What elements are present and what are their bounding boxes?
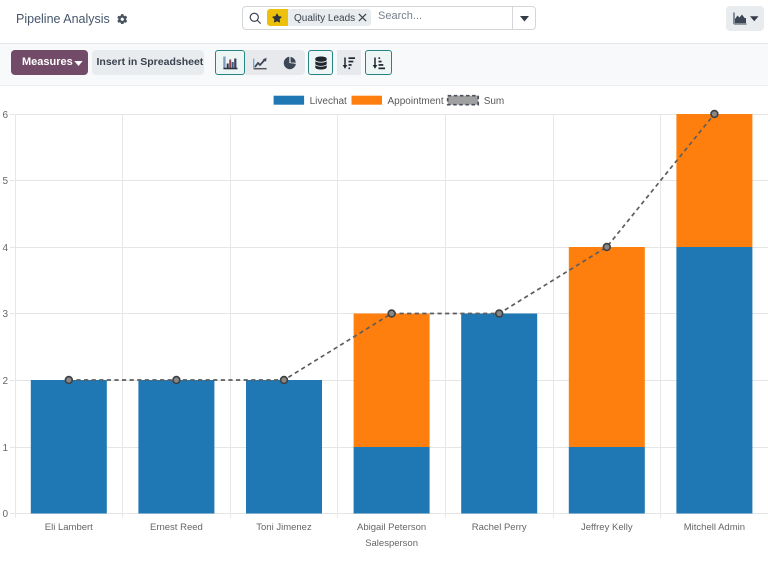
svg-text:Appointment: Appointment [388,96,444,107]
svg-text:Eli Lambert: Eli Lambert [45,522,93,533]
svg-text:6: 6 [2,110,8,121]
svg-text:Jeffrey Kelly: Jeffrey Kelly [581,522,633,533]
svg-text:4: 4 [2,243,8,254]
svg-text:3: 3 [2,309,8,320]
svg-text:Sum: Sum [484,96,505,107]
svg-text:Salesperson: Salesperson [365,538,418,549]
svg-text:1: 1 [2,443,8,454]
svg-text:Rachel Perry: Rachel Perry [472,522,527,533]
svg-text:5: 5 [2,176,8,187]
svg-text:Abigail Peterson: Abigail Peterson [357,522,426,533]
svg-text:Toni Jimenez: Toni Jimenez [256,522,312,533]
svg-text:0: 0 [2,509,8,520]
svg-text:Livechat: Livechat [310,96,347,107]
svg-text:Ernest Reed: Ernest Reed [150,522,203,533]
svg-text:Mitchell Admin: Mitchell Admin [684,522,745,533]
svg-text:2: 2 [2,376,8,387]
